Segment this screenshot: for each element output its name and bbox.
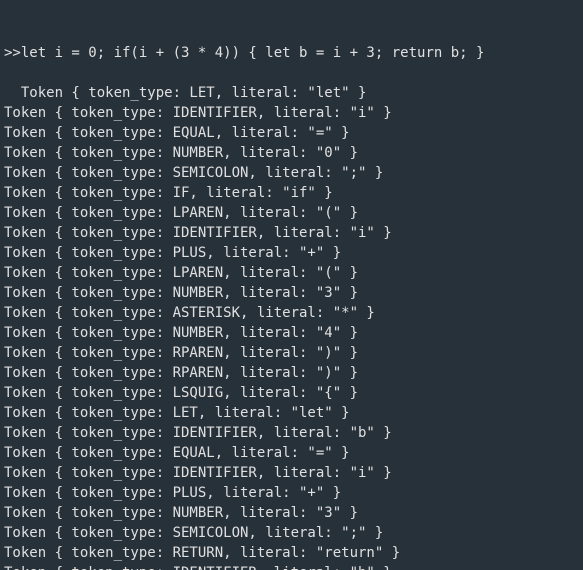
repl-input-line: >>let i = 0; if(i + (3 * 4)) { let b = i… xyxy=(4,43,579,63)
terminal-output[interactable]: >>let i = 0; if(i + (3 * 4)) { let b = i… xyxy=(0,0,583,570)
token-list: Token { token_type: LET, literal: "let" … xyxy=(4,85,400,570)
repl-input-code: let i = 0; if(i + (3 * 4)) { let b = i +… xyxy=(21,45,485,61)
repl-prompt: >> xyxy=(4,45,21,61)
